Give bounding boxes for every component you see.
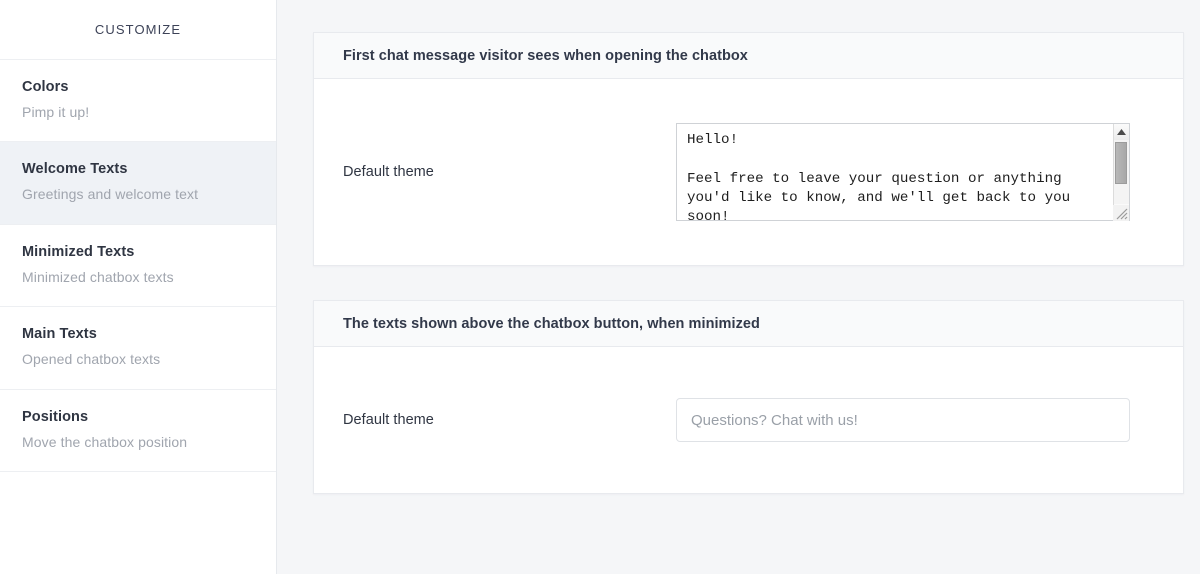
panel-header: The texts shown above the chatbox button… xyxy=(314,301,1183,347)
sidebar-item-colors[interactable]: Colors Pimp it up! xyxy=(0,60,276,143)
sidebar-title: CUSTOMIZE xyxy=(94,22,182,37)
sidebar-item-sublabel: Move the chatbox position xyxy=(22,433,188,450)
scrollbar-track[interactable] xyxy=(1114,140,1129,204)
panel-minimized-text: The texts shown above the chatbox button… xyxy=(313,300,1184,494)
minimized-text-input[interactable] xyxy=(676,398,1130,442)
resize-grip-icon[interactable] xyxy=(1113,205,1129,221)
field-label-default-theme: Default theme xyxy=(343,164,434,180)
main-content: First chat message visitor sees when ope… xyxy=(277,0,1200,574)
sidebar: CUSTOMIZE Colors Pimp it up! Welcome Tex… xyxy=(0,0,277,574)
panel-header: First chat message visitor sees when ope… xyxy=(314,33,1183,79)
customize-page: CUSTOMIZE Colors Pimp it up! Welcome Tex… xyxy=(0,0,1200,574)
field-label-default-theme: Default theme xyxy=(343,412,434,428)
panel-body: Default theme xyxy=(314,347,1183,493)
welcome-message-textarea[interactable] xyxy=(677,124,1105,220)
sidebar-item-label: Colors xyxy=(22,79,69,95)
scrollbar-thumb[interactable] xyxy=(1115,142,1127,184)
sidebar-item-label: Main Texts xyxy=(22,326,97,343)
welcome-message-textarea-wrapper[interactable] xyxy=(676,123,1130,221)
sidebar-item-main-texts[interactable]: Main Texts Opened chatbox texts xyxy=(0,307,276,390)
triangle-up-icon[interactable] xyxy=(1114,124,1129,140)
sidebar-item-label: Minimized Texts xyxy=(22,243,135,260)
panel-title: First chat message visitor sees when ope… xyxy=(343,47,748,64)
sidebar-header: CUSTOMIZE xyxy=(0,0,276,60)
field-control xyxy=(676,398,1183,442)
sidebar-item-label: Positions xyxy=(22,408,89,425)
sidebar-item-positions[interactable]: Positions Move the chatbox position xyxy=(0,389,276,473)
sidebar-item-sublabel: Greetings and welcome text xyxy=(22,186,199,203)
sidebar-item-sublabel: Opened chatbox texts xyxy=(22,351,161,368)
sidebar-item-label: Welcome Texts xyxy=(22,161,128,178)
sidebar-item-sublabel: Minimized chatbox texts xyxy=(22,268,174,285)
sidebar-item-welcome-texts[interactable]: Welcome Texts Greetings and welcome text xyxy=(0,142,276,225)
panel-title: The texts shown above the chatbox button… xyxy=(343,315,760,332)
sidebar-item-sublabel: Pimp it up! xyxy=(22,103,90,120)
panel-body: Default theme xyxy=(314,79,1183,265)
field-control xyxy=(676,123,1183,221)
sidebar-item-minimized-texts[interactable]: Minimized Texts Minimized chatbox texts xyxy=(0,224,276,308)
panel-welcome-message: First chat message visitor sees when ope… xyxy=(313,32,1184,266)
